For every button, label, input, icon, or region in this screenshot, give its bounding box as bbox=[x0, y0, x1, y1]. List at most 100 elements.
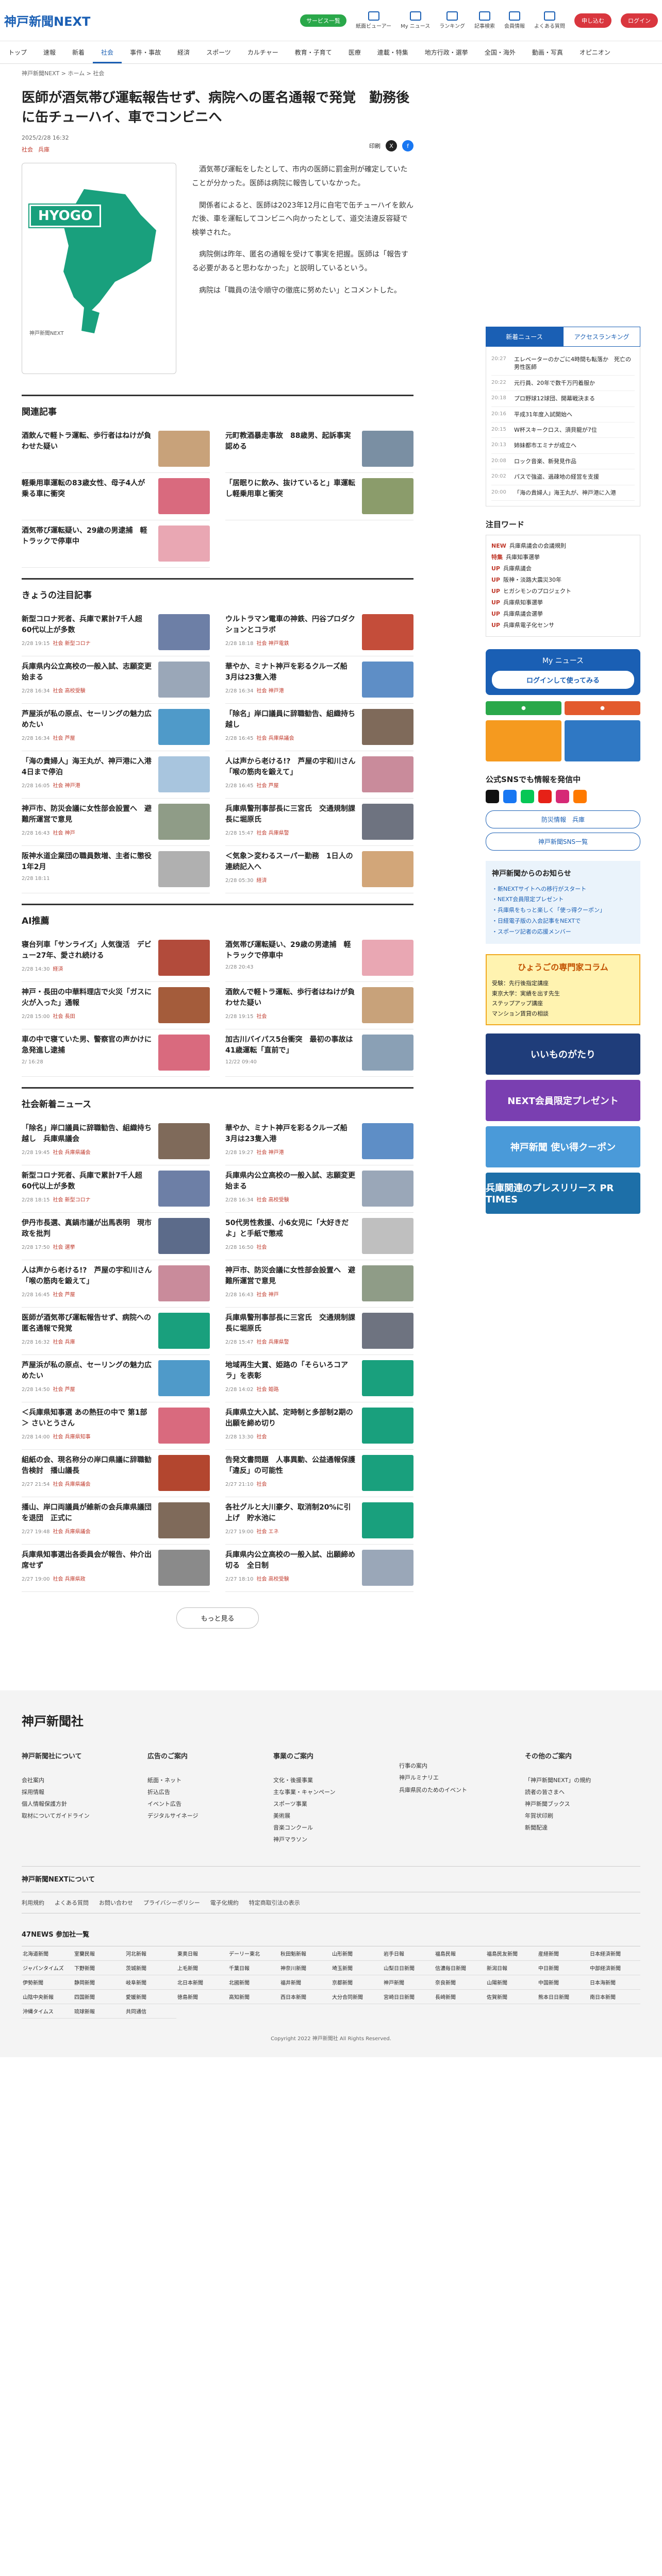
nav-item[interactable]: スポーツ bbox=[198, 48, 239, 57]
news-card[interactable]: 酒気帯び運転疑い、29歳の男逮捕 軽トラックで停車中 2/28 20:43 bbox=[225, 935, 413, 982]
partner-link[interactable]: 奈良新聞 bbox=[434, 1975, 486, 1990]
footer-link[interactable]: 折込広告 bbox=[147, 1786, 263, 1798]
news-headline[interactable]: 新型コロナ死者、兵庫で累計7千人超 60代以上が多数 bbox=[22, 614, 152, 636]
news-category[interactable]: 社会 神戸港 bbox=[53, 783, 80, 789]
footer-link[interactable]: 兵庫県民のためのイベント bbox=[399, 1784, 515, 1796]
trending-word-text[interactable]: 兵庫県電子化センサ bbox=[503, 622, 554, 629]
news-card[interactable]: 芦屋浜が私の原点、セーリングの魅力広めたい 2/28 14:50 社会 芦屋 bbox=[22, 1355, 210, 1403]
footer-link[interactable]: 音楽コンクール bbox=[273, 1822, 389, 1834]
news-card[interactable]: 播山、岸口両議員が維新の会兵庫県議団を退団 正式に 2/27 19:48 社会 兵庫… bbox=[22, 1497, 210, 1545]
footer-link[interactable]: 新聞配達 bbox=[525, 1822, 640, 1834]
notice-item[interactable]: ・スポーツ記者の応援メンバー bbox=[492, 927, 634, 938]
news-thumbnail[interactable] bbox=[158, 940, 210, 976]
latest-news-item[interactable]: 20:13 姉妹都市エミナが成立へ bbox=[491, 438, 635, 454]
footer-link[interactable]: 神戸マラソン bbox=[273, 1834, 389, 1845]
footer-link[interactable]: 文化・後援事業 bbox=[273, 1774, 389, 1786]
partner-link[interactable]: 四国新聞 bbox=[73, 1990, 125, 2005]
trending-word-text[interactable]: 兵庫県知事選挙 bbox=[503, 599, 543, 606]
news-headline[interactable]: 人は声から老ける!? 芦屋の宇和川さん「喉の筋肉を鍛えて」 bbox=[225, 756, 356, 778]
news-category[interactable]: 社会 新型コロナ bbox=[53, 641, 90, 647]
partner-link[interactable]: 沖縄タイムス bbox=[22, 2004, 73, 2019]
news-thumbnail[interactable] bbox=[158, 1265, 210, 1302]
news-category[interactable]: 社会 bbox=[256, 1434, 267, 1440]
latest-news-title[interactable]: ロック音楽、新発見作品 bbox=[514, 457, 576, 465]
news-thumbnail[interactable] bbox=[158, 1360, 210, 1397]
sidebar-banner[interactable]: NEXT会員限定プレゼント bbox=[486, 1079, 640, 1121]
news-thumbnail[interactable] bbox=[362, 709, 413, 745]
news-card[interactable]: 軽乗用車運転の83歳女性、母子4人が乗る車に衝突 bbox=[22, 473, 210, 521]
login-button[interactable]: ログイン bbox=[621, 13, 658, 28]
news-card[interactable]: 酒飲んで軽トラ運転、歩行者はねけが負わせた疑い 2/28 19:15 社会 bbox=[225, 982, 413, 1030]
news-headline[interactable]: 告発文書問題 人事異動、公益通報保護「違反」の可能性 bbox=[225, 1455, 356, 1477]
news-card[interactable]: 「除名」岸口議員に辞職勧告、組織持ち越し 兵庫県議会 2/28 19:45 社会 兵… bbox=[22, 1118, 210, 1166]
news-thumbnail[interactable] bbox=[158, 987, 210, 1024]
news-thumbnail[interactable] bbox=[158, 1035, 210, 1071]
partner-link[interactable]: 北國新聞 bbox=[228, 1975, 279, 1990]
news-headline[interactable]: 兵庫県内公立高校の一般入試、志願変更始まる bbox=[225, 1171, 356, 1192]
news-thumbnail[interactable] bbox=[362, 431, 413, 467]
service-list-button[interactable]: サービス一覧 bbox=[300, 14, 347, 27]
news-headline[interactable]: 酒気帯び運転疑い、29歳の男逮捕 軽トラックで停車中 bbox=[225, 940, 356, 961]
news-thumbnail[interactable] bbox=[158, 1408, 210, 1444]
news-thumbnail[interactable] bbox=[158, 756, 210, 793]
nav-item[interactable]: 社会 bbox=[93, 41, 122, 63]
trending-word[interactable]: UP 兵庫県知事選挙 bbox=[491, 597, 635, 608]
news-card[interactable]: ＜兵庫県知事選 あの熱狂の中で 第1部＞ さいとうさん 2/28 14:00 社会 … bbox=[22, 1402, 210, 1450]
partner-link[interactable]: 茨城新聞 bbox=[125, 1961, 176, 1976]
tab-ranking[interactable]: アクセスランキング bbox=[563, 327, 640, 347]
news-headline[interactable]: 兵庫県警刑事部長に三宮氏 交通規制課長に堀原氏 bbox=[225, 804, 356, 825]
latest-news-title[interactable]: 「海の貴婦人」海王丸が、神戸港に入港 bbox=[514, 489, 616, 497]
partner-link[interactable]: 東奥日報 bbox=[176, 1946, 228, 1961]
trending-word-text[interactable]: 兵庫県議会選挙 bbox=[503, 611, 543, 617]
sidebar-banner[interactable]: いいものがたり bbox=[486, 1033, 640, 1075]
footer-link[interactable]: 「神戸新聞NEXT」の規約 bbox=[525, 1774, 640, 1786]
footer-link[interactable]: 主な事業・キャンペーン bbox=[273, 1786, 389, 1798]
partner-link[interactable]: 共同通信 bbox=[125, 2004, 176, 2019]
news-headline[interactable]: 元町教酒暴走事故 88歳男、起訴事実認める bbox=[225, 431, 356, 452]
signup-button[interactable]: 申し込む bbox=[574, 13, 611, 28]
footer-link[interactable]: 採用情報 bbox=[22, 1786, 137, 1798]
news-headline[interactable]: 兵庫県内公立高校の一般入試、出願締め切る 全日制 bbox=[225, 1550, 356, 1571]
latest-news-title[interactable]: エレベーターのかごに4時間も転落か 死亡の男性医師 bbox=[514, 355, 635, 371]
news-card[interactable]: 新型コロナ死者、兵庫で累計7千人超 60代以上が多数 2/28 18:15 社会 新… bbox=[22, 1165, 210, 1213]
news-headline[interactable]: 加古川バイパス5台衝突 最初の事故は41歳運転「直前で」 bbox=[225, 1035, 356, 1056]
nav-item[interactable]: 地方行政・選挙 bbox=[417, 48, 476, 57]
notice-item[interactable]: ・兵庫県をもっと楽しく「使っ得クーポン」 bbox=[492, 905, 634, 916]
partner-link[interactable]: ジャパンタイムズ bbox=[22, 1961, 73, 1976]
footer-bottom-link[interactable]: 利用規約 bbox=[22, 1899, 44, 1907]
news-headline[interactable]: 各社グルと大川豪夕、取消制20%に引上げ 貯水池に bbox=[225, 1502, 356, 1524]
news-card[interactable]: 阪神水道企業団の職員数増、主者に懲役1年2月 2/28 18:11 bbox=[22, 846, 210, 894]
partner-link[interactable]: 南日本新聞 bbox=[589, 1990, 640, 2005]
partner-link[interactable]: 産経新聞 bbox=[537, 1946, 589, 1961]
nav-item[interactable]: オピニオン bbox=[571, 48, 619, 57]
news-headline[interactable]: 地域再生大賞、姫路の「そらいろコアラ」を表彰 bbox=[225, 1360, 356, 1382]
news-card[interactable]: 華やか、ミナト神戸を彩るクルーズ船 3月は23隻入港 2/28 16:34 社会 神… bbox=[225, 656, 413, 704]
partner-link[interactable]: 下野新聞 bbox=[73, 1961, 125, 1976]
news-category[interactable]: 社会 兵庫県警 bbox=[256, 831, 289, 836]
footer-link[interactable]: 紙面・ネット bbox=[147, 1774, 263, 1786]
rss-icon[interactable] bbox=[573, 789, 587, 803]
partner-link[interactable]: 愛媛新聞 bbox=[125, 1990, 176, 2005]
news-category[interactable]: 経済 bbox=[256, 878, 267, 884]
news-thumbnail[interactable] bbox=[362, 1408, 413, 1444]
footer-link[interactable]: デジタルサイネージ bbox=[147, 1810, 263, 1822]
news-category[interactable]: 社会 兵庫県政 bbox=[53, 1577, 85, 1582]
news-thumbnail[interactable] bbox=[362, 804, 413, 840]
news-card[interactable]: ウルトラマン電車の神鉄、円谷プロダクションとコラボ 2/28 18:18 社会 神戸… bbox=[225, 609, 413, 657]
news-thumbnail[interactable] bbox=[158, 1123, 210, 1160]
news-headline[interactable]: 酒飲んで軽トラ運転、歩行者はねけが負わせた疑い bbox=[225, 987, 356, 1009]
tab-latest[interactable]: 新着ニュース bbox=[486, 327, 563, 347]
news-card[interactable]: 「居眠りに飲み、抜けていると」車運転し軽乗用車と衝突 bbox=[225, 473, 413, 521]
news-card[interactable]: 兵庫県内公立高校の一般入試、志願変更始まる 2/28 16:34 社会 高校受験 bbox=[22, 656, 210, 704]
news-card[interactable]: 告発文書問題 人事異動、公益通報保護「違反」の可能性 2/27 21:10 社会 bbox=[225, 1450, 413, 1498]
nav-item[interactable]: 医療 bbox=[340, 48, 369, 57]
news-card[interactable]: 人は声から老ける!? 芦屋の宇和川さん「喉の筋肉を鍛えて」 2/28 16:45 社… bbox=[22, 1260, 210, 1308]
news-headline[interactable]: 兵庫県内公立高校の一般入試、志願変更始まる bbox=[22, 662, 152, 683]
trending-word[interactable]: UP 兵庫県議会選挙 bbox=[491, 608, 635, 620]
news-thumbnail[interactable] bbox=[158, 526, 210, 562]
news-category[interactable]: 社会 兵庫県議会 bbox=[53, 1529, 90, 1535]
partner-link[interactable]: 神奈川新聞 bbox=[279, 1961, 331, 1976]
column-item[interactable]: 受験：先行後指定講座 bbox=[492, 978, 634, 989]
news-category[interactable]: 社会 高校受験 bbox=[53, 688, 85, 694]
latest-news-title[interactable]: パスで強盗、過疎地の経営を支援 bbox=[514, 473, 599, 481]
